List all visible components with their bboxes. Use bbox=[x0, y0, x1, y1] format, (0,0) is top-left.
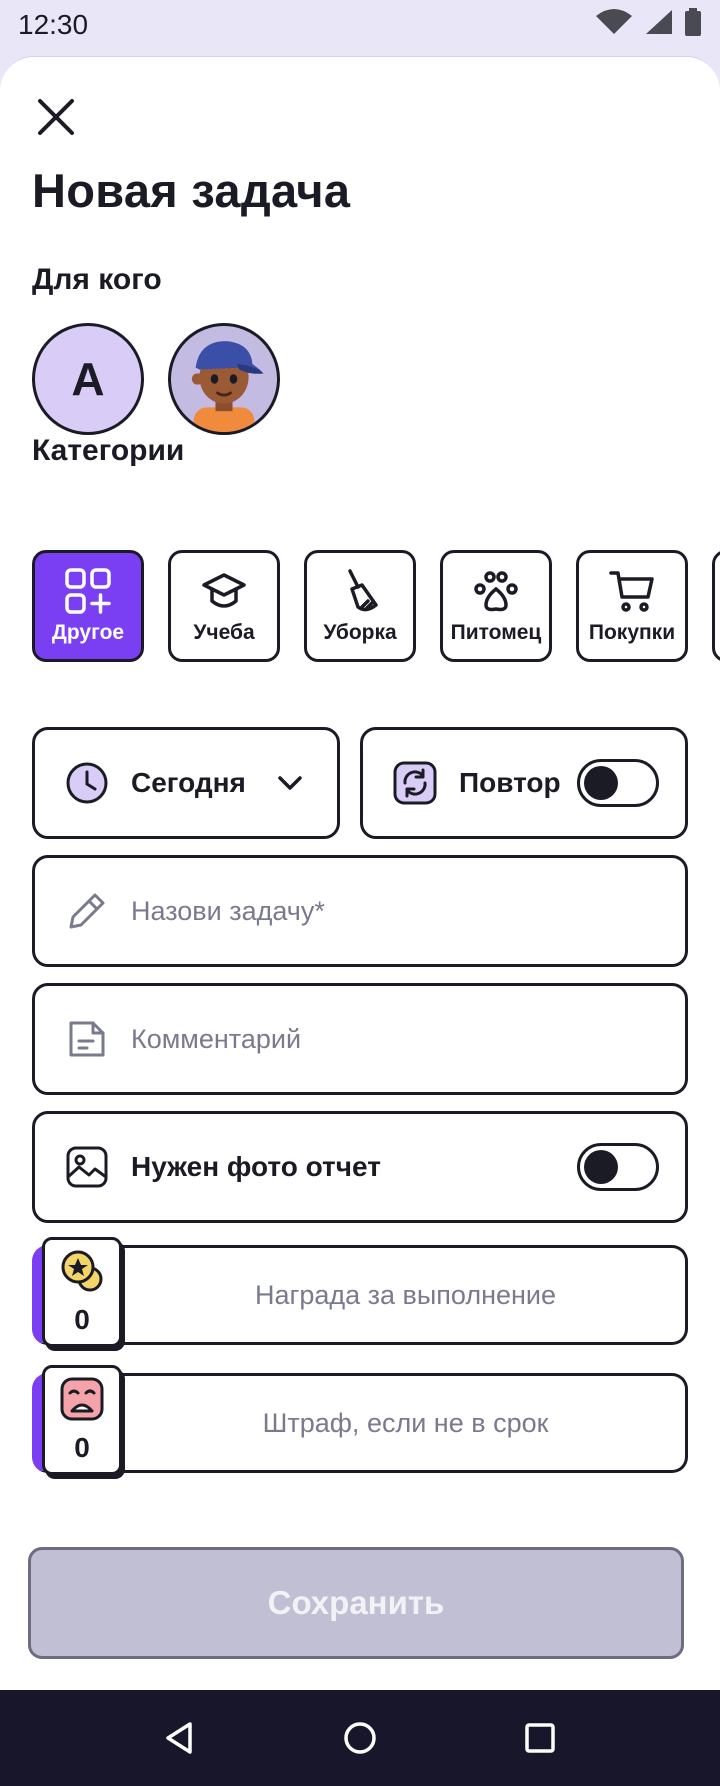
reward-row: Награда за выполнение 0 bbox=[32, 1237, 688, 1347]
close-button[interactable] bbox=[30, 93, 82, 145]
repeat-toggle[interactable] bbox=[577, 759, 659, 807]
penalty-placeholder: Штраф, если не в срок bbox=[262, 1407, 549, 1438]
status-time: 12:30 bbox=[18, 9, 89, 40]
sad-face-icon bbox=[60, 1377, 104, 1426]
task-name-placeholder: Назови задачу* bbox=[131, 895, 325, 926]
date-value: Сегодня bbox=[131, 767, 246, 798]
categories-label: Категории bbox=[32, 434, 185, 467]
status-bar: 12:30 bbox=[0, 0, 720, 50]
category-more-partial[interactable] bbox=[712, 550, 720, 662]
recents-square-icon bbox=[525, 1723, 555, 1753]
image-icon bbox=[65, 1145, 109, 1189]
reward-value: 0 bbox=[74, 1303, 90, 1335]
penalty-badge[interactable]: 0 bbox=[42, 1365, 122, 1475]
avatar-letter-a[interactable]: А bbox=[32, 323, 144, 435]
back-button[interactable] bbox=[152, 1710, 208, 1766]
category-shopping[interactable]: Покупки bbox=[576, 550, 688, 662]
repeat-icon bbox=[393, 761, 437, 805]
category-study[interactable]: Учеба bbox=[168, 550, 280, 662]
home-circle-icon bbox=[344, 1722, 376, 1754]
category-label: Покупки bbox=[588, 621, 676, 644]
system-nav-bar bbox=[0, 1690, 720, 1786]
category-label: Уборка bbox=[323, 621, 397, 644]
penalty-row: Штраф, если не в срок 0 bbox=[32, 1365, 688, 1475]
photo-report-box: Нужен фото отчет bbox=[32, 1111, 688, 1223]
battery-icon bbox=[684, 7, 702, 43]
recents-button[interactable] bbox=[512, 1710, 568, 1766]
comment-placeholder: Комментарий bbox=[131, 1023, 302, 1054]
pencil-icon bbox=[65, 889, 109, 933]
page-title: Новая задача bbox=[32, 164, 351, 217]
repeat-label: Повтор bbox=[459, 767, 561, 798]
photo-report-toggle[interactable] bbox=[577, 1143, 659, 1191]
reward-placeholder: Награда за выполнение bbox=[254, 1279, 557, 1310]
category-other[interactable]: Другое bbox=[32, 550, 144, 662]
kid-avatar-icon bbox=[191, 341, 264, 432]
new-task-sheet: Новая задача Для кого А Категории Другое… bbox=[0, 56, 720, 1690]
coin-star-icon bbox=[60, 1249, 104, 1298]
categories-row: Другое Учеба Уборка Питомец Покупки bbox=[32, 550, 720, 662]
chevron-down-icon bbox=[275, 768, 305, 803]
home-button[interactable] bbox=[332, 1710, 388, 1766]
category-pet[interactable]: Питомец bbox=[440, 550, 552, 662]
date-select[interactable]: Сегодня bbox=[32, 727, 340, 839]
repeat-box: Повтор bbox=[360, 727, 688, 839]
avatar-kid[interactable] bbox=[168, 323, 280, 435]
category-label: Учеба bbox=[193, 621, 255, 644]
penalty-value: 0 bbox=[74, 1431, 90, 1463]
status-icons bbox=[594, 7, 702, 43]
assignees-label: Для кого bbox=[32, 263, 162, 296]
category-label: Питомец bbox=[450, 621, 542, 644]
reward-badge[interactable]: 0 bbox=[42, 1237, 122, 1347]
wifi-icon bbox=[594, 8, 634, 43]
avatar-letter: А bbox=[71, 353, 105, 405]
note-icon bbox=[65, 1017, 109, 1061]
broom-icon bbox=[336, 567, 384, 615]
cart-icon bbox=[608, 567, 656, 615]
paw-icon bbox=[472, 567, 520, 615]
clock-icon bbox=[65, 761, 109, 805]
task-name-field[interactable]: Назови задачу* bbox=[32, 855, 688, 967]
back-triangle-icon bbox=[166, 1722, 192, 1754]
signal-icon bbox=[644, 8, 674, 43]
grid-plus-icon bbox=[64, 567, 112, 615]
close-icon bbox=[36, 97, 76, 142]
graduation-cap-icon bbox=[200, 567, 248, 615]
penalty-field[interactable]: Штраф, если не в срок bbox=[32, 1373, 688, 1473]
photo-report-label: Нужен фото отчет bbox=[131, 1151, 381, 1182]
category-label: Другое bbox=[51, 621, 125, 644]
save-button[interactable]: Сохранить bbox=[28, 1547, 684, 1659]
reward-field[interactable]: Награда за выполнение bbox=[32, 1245, 688, 1345]
category-cleaning[interactable]: Уборка bbox=[304, 550, 416, 662]
comment-field[interactable]: Комментарий bbox=[32, 983, 688, 1095]
